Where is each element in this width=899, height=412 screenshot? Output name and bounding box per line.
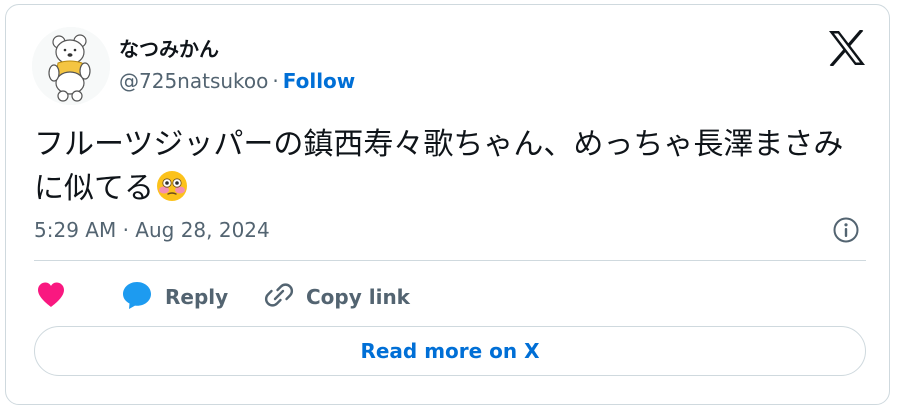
handle-row: @725natsukoo · Follow (119, 69, 355, 93)
reply-label: Reply (165, 285, 229, 309)
bear-avatar-icon (32, 27, 110, 105)
separator-dot: · (272, 69, 279, 93)
copy-link-label: Copy link (306, 285, 410, 309)
avatar[interactable] (32, 27, 110, 105)
user-handle[interactable]: @725natsukoo (119, 69, 268, 93)
heart-icon (36, 281, 66, 313)
flushed-face-icon (156, 170, 188, 202)
read-more-button[interactable]: Read more on X (34, 326, 866, 376)
tweet-text: フルーツジッパーの鎮西寿々歌ちゃん、めっちゃ長澤まさみに似てる (34, 123, 864, 211)
x-logo-icon[interactable] (828, 28, 866, 68)
info-icon[interactable] (832, 216, 860, 244)
link-icon (264, 280, 294, 314)
copy-link-button[interactable]: Copy link (264, 281, 410, 313)
tweet-card: なつみかん @725natsukoo · Follow フルーツジッパーの鎮西寿々歌… (5, 4, 890, 405)
speech-bubble-icon (121, 280, 153, 314)
divider (34, 260, 866, 261)
tweet-timestamp[interactable]: 5:29 AM · Aug 28, 2024 (34, 218, 270, 242)
reply-button[interactable]: Reply (121, 281, 228, 313)
follow-button[interactable]: Follow (283, 69, 356, 93)
display-name[interactable]: なつみかん (119, 33, 219, 62)
like-button[interactable] (36, 281, 66, 313)
